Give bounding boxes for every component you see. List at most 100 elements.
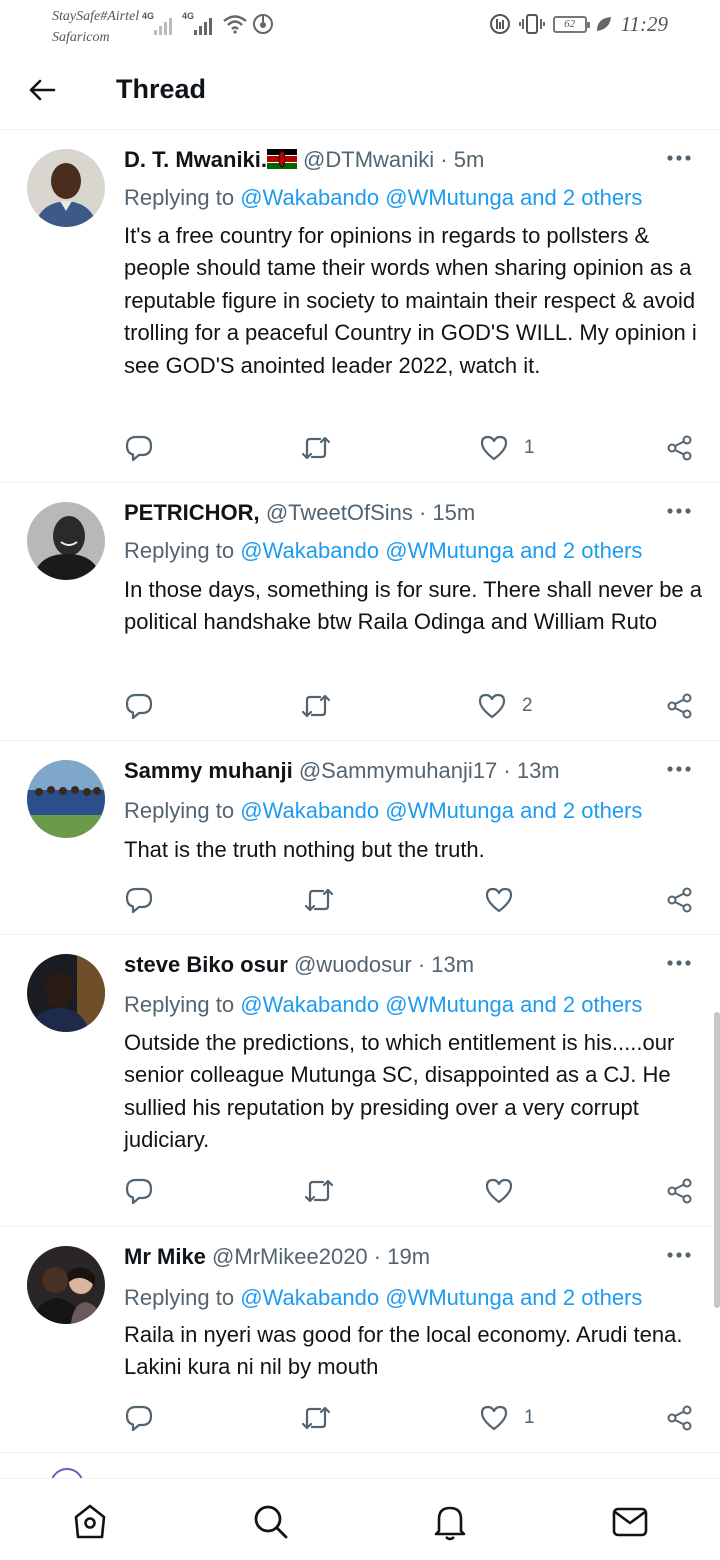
reply-button[interactable] — [125, 1176, 153, 1206]
user-handle[interactable]: @MrMikee2020 — [212, 1244, 368, 1269]
replying-to-label: Replying to — [124, 992, 235, 1017]
share-icon — [667, 1405, 692, 1431]
user-handle[interactable]: @DTMwaniki — [303, 147, 434, 172]
like-button[interactable] — [485, 1176, 529, 1206]
tweet[interactable]: steve Biko osur @wuodosur · 13m Replying… — [0, 936, 720, 1227]
wifi-icon — [223, 15, 247, 34]
replying-to-users-link[interactable]: @Wakabando @WMutunga and 2 others — [240, 185, 642, 210]
carrier-line-1: StaySafe#Airtel — [52, 9, 140, 24]
share-icon — [667, 693, 692, 719]
like-button[interactable]: 2 — [478, 691, 533, 721]
user-handle[interactable]: @wuodosur — [294, 952, 412, 977]
more-options-icon[interactable] — [666, 764, 692, 774]
bottom-navigation — [0, 1478, 720, 1560]
replying-to: Replying to @Wakabando @WMutunga and 2 o… — [124, 798, 642, 824]
like-count: 1 — [524, 1407, 535, 1428]
avatar[interactable] — [27, 954, 105, 1032]
retweet-button[interactable] — [300, 433, 332, 463]
app-header: Thread — [0, 50, 720, 130]
display-name[interactable]: PETRICHOR, — [124, 500, 260, 525]
share-icon — [667, 435, 692, 461]
display-name[interactable]: steve Biko osur — [124, 952, 288, 977]
retweet-icon — [304, 1179, 334, 1203]
share-icon — [667, 887, 692, 913]
tweet[interactable]: PETRICHOR, @TweetOfSins · 15m Replying t… — [0, 484, 720, 741]
display-name[interactable]: Sammy muhanji — [124, 758, 293, 783]
replying-to-users-link[interactable]: @Wakabando @WMutunga and 2 others — [240, 538, 642, 563]
home-icon[interactable] — [70, 1501, 110, 1541]
share-button[interactable] — [666, 1403, 694, 1433]
replying-to-label: Replying to — [124, 1285, 235, 1310]
sync-icon — [253, 14, 273, 34]
retweet-button[interactable] — [300, 1403, 332, 1433]
reply-button[interactable] — [125, 433, 153, 463]
share-button[interactable] — [666, 691, 694, 721]
tweet-time: · 15m — [419, 500, 476, 525]
like-button[interactable]: 1 — [480, 1403, 535, 1433]
replying-to: Replying to @Wakabando @WMutunga and 2 o… — [124, 992, 642, 1018]
like-button[interactable] — [485, 885, 529, 915]
more-options-icon[interactable] — [666, 506, 692, 516]
retweet-button[interactable] — [303, 885, 335, 915]
tweet[interactable]: Mr Mike @MrMikee2020 · 19m Replying to @… — [0, 1228, 720, 1453]
display-name[interactable]: Mr Mike — [124, 1244, 206, 1269]
reply-icon — [125, 1178, 153, 1205]
share-button[interactable] — [666, 1176, 694, 1206]
kenya-flag-icon — [267, 149, 298, 169]
tweet-meta: steve Biko osur @wuodosur · 13m — [124, 952, 474, 978]
replying-to-users-link[interactable]: @Wakabando @WMutunga and 2 others — [240, 1285, 642, 1310]
retweet-button[interactable] — [300, 691, 332, 721]
search-icon[interactable] — [250, 1501, 290, 1541]
reply-icon — [125, 693, 153, 720]
retweet-icon — [301, 436, 331, 460]
more-options-icon[interactable] — [666, 153, 692, 163]
reply-button[interactable] — [125, 1403, 153, 1433]
replying-to-label: Replying to — [124, 185, 235, 210]
replying-to-users-link[interactable]: @Wakabando @WMutunga and 2 others — [240, 798, 642, 823]
messages-icon[interactable] — [610, 1501, 650, 1541]
signal-icon: 4G — [142, 11, 178, 35]
like-count: 2 — [522, 695, 533, 716]
user-handle[interactable]: @TweetOfSins — [266, 500, 413, 525]
carrier-label: StaySafe#Airtel Safaricom — [52, 6, 139, 48]
retweet-icon — [301, 694, 331, 718]
tweet-time: · 13m — [503, 758, 560, 783]
share-button[interactable] — [666, 885, 694, 915]
network-type-label-2: 4G — [182, 11, 195, 21]
tweet-actions: 1 — [0, 1403, 720, 1433]
avatar[interactable] — [27, 1246, 105, 1324]
tweet-text: It's a free country for opinions in rega… — [124, 223, 697, 378]
replying-to-users-link[interactable]: @Wakabando @WMutunga and 2 others — [240, 992, 642, 1017]
vibrate-icon — [518, 14, 545, 34]
page-title: Thread — [116, 74, 207, 104]
avatar[interactable] — [27, 502, 105, 580]
display-name[interactable]: D. T. Mwaniki. — [124, 147, 267, 172]
more-options-icon[interactable] — [666, 958, 692, 968]
notifications-icon[interactable] — [430, 1501, 470, 1541]
scrollbar[interactable] — [714, 1012, 720, 1308]
tweet[interactable]: Sammy muhanji @Sammymuhanji17 · 13m Repl… — [0, 742, 720, 935]
like-button[interactable]: 1 — [480, 433, 535, 463]
avatar[interactable] — [27, 760, 105, 838]
heart-icon — [480, 435, 508, 461]
tweet[interactable]: D. T. Mwaniki. @DTMwaniki · 5m Replying … — [0, 131, 720, 483]
retweet-button[interactable] — [303, 1176, 335, 1206]
avatar[interactable] — [27, 149, 105, 227]
user-handle[interactable]: @Sammymuhanji17 — [299, 758, 497, 783]
tweet-text: That is the truth nothing but the truth. — [124, 837, 485, 862]
reply-icon — [125, 887, 153, 914]
back-arrow-icon[interactable] — [26, 74, 58, 106]
reply-button[interactable] — [125, 691, 153, 721]
status-bar: StaySafe#Airtel Safaricom 4G 4G 62 11:29 — [0, 0, 720, 50]
more-options-icon[interactable] — [666, 1250, 692, 1260]
share-button[interactable] — [666, 433, 694, 463]
replying-to-label: Replying to — [124, 798, 235, 823]
tweet-actions — [0, 885, 720, 915]
tweet-text: In those days, something is for sure. Th… — [124, 577, 703, 635]
signal-icon-2: 4G — [182, 11, 218, 35]
reply-button[interactable] — [125, 885, 153, 915]
leaf-icon — [596, 17, 611, 31]
next-tweet-avatar-peek — [50, 1468, 84, 1478]
reply-icon — [125, 435, 153, 462]
tweet-time: · 13m — [417, 952, 475, 977]
